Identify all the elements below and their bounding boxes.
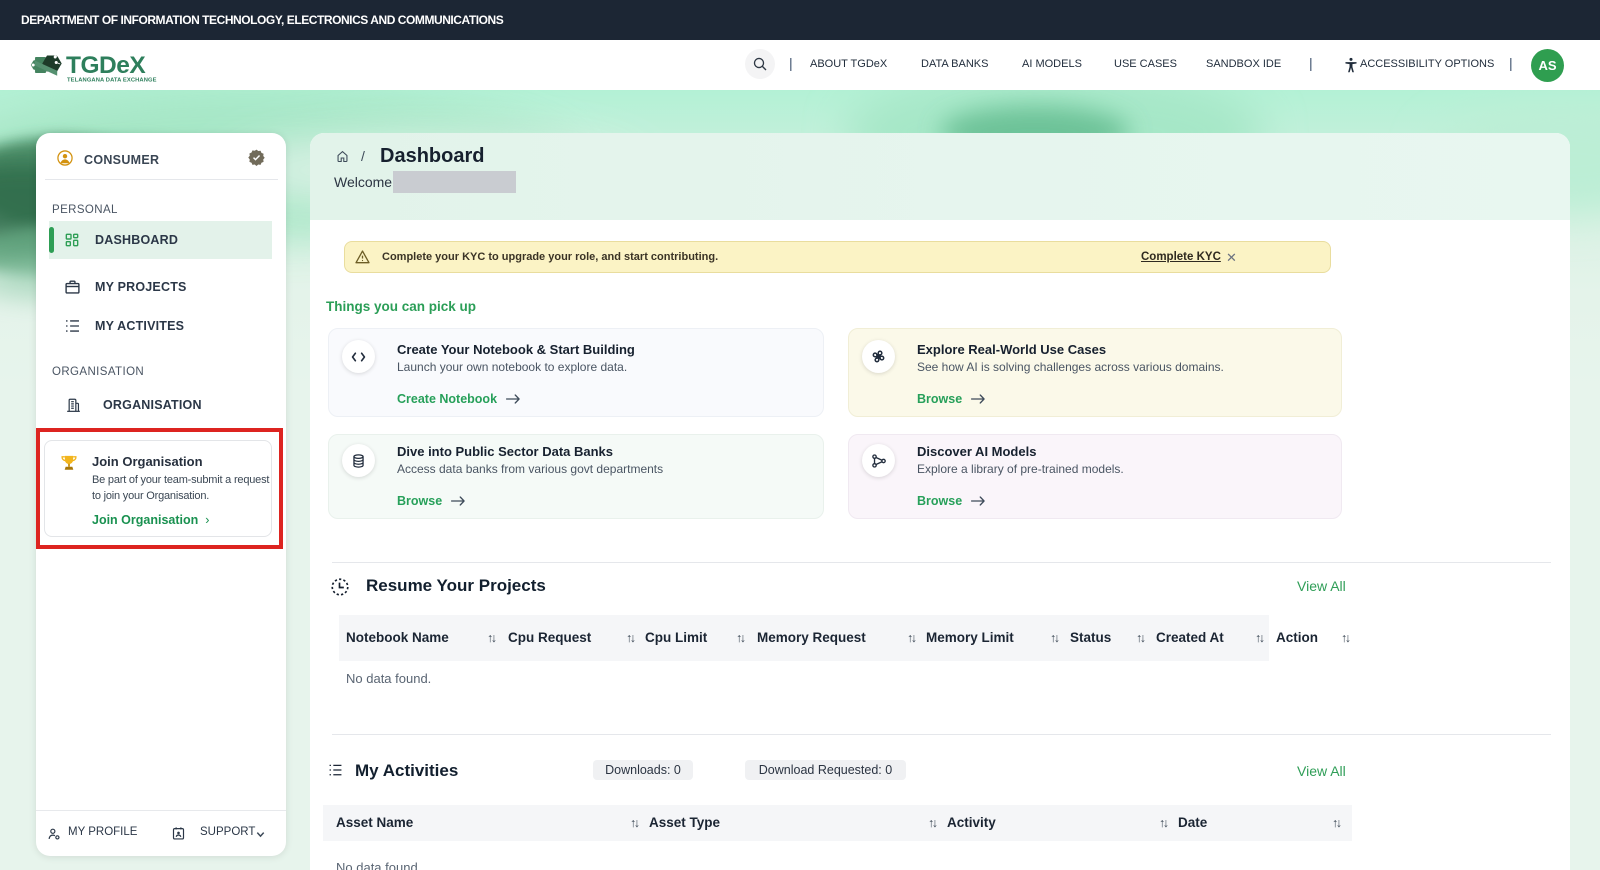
svg-text:TELANGANA DATA EXCHANGE: TELANGANA DATA EXCHANGE	[67, 78, 157, 84]
svg-text:TGDeX: TGDeX	[66, 52, 146, 79]
